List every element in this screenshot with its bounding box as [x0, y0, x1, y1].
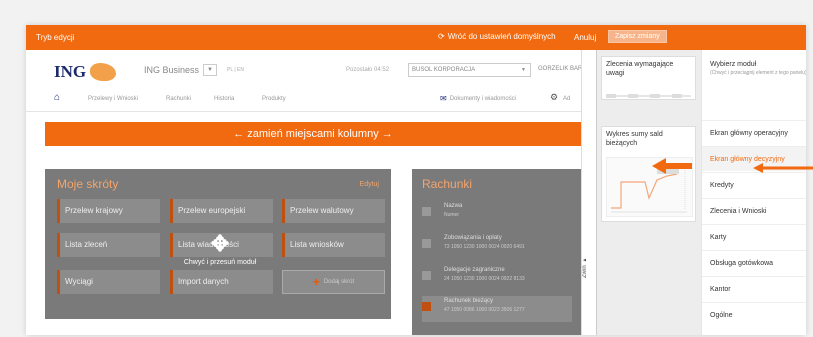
lion-icon — [90, 63, 117, 81]
shortcuts-title: Moje skróty — [57, 177, 119, 191]
documents-label: Dokumenty i wiadomości — [449, 95, 517, 102]
module-item[interactable]: Zlecenia i Wnioski — [702, 198, 806, 223]
shortcut-tile[interactable]: Lista wniosków — [282, 233, 385, 257]
drag-direction-arrow-icon — [652, 158, 692, 174]
company-select[interactable]: BUSOL KORPORACJA ▼ — [408, 63, 531, 77]
session-timer: Pozostało 04:52 — [346, 67, 390, 73]
collapse-label: Zwiń — [582, 265, 588, 278]
nav-item-accounts[interactable]: Rachunki — [166, 96, 191, 102]
nav-item-transfers[interactable]: Przelewy i Wnioski — [88, 96, 138, 102]
chevron-down-icon[interactable]: ▼ — [203, 64, 218, 76]
module-item[interactable]: Kantor — [702, 276, 806, 301]
row-checkbox[interactable] — [422, 207, 431, 216]
add-shortcut-button[interactable]: + Dodaj skrót — [282, 270, 385, 294]
swap-columns-bar[interactable]: ← zamień miejscami kolumny → — [45, 122, 581, 146]
shortcuts-module[interactable]: Moje skróty Edytuj Przelew krajowy Przel… — [45, 169, 391, 319]
panel-gutter — [581, 50, 597, 335]
module-preview-panel: Zlecenia wymagające uwagi Wykres sumy sa… — [596, 50, 702, 335]
account-number: 47 1050 0086 1000 0023 3506 1277 — [444, 307, 525, 313]
account-name: Nazwa — [444, 203, 463, 209]
row-checkbox[interactable] — [422, 302, 431, 311]
account-number: 73 1050 1230 1000 0024 0920 6491 — [444, 244, 525, 250]
edit-mode-label: Tryb edycji — [36, 33, 75, 42]
app-window: Tryb edycji ⟳ Wróć do ustawień domyślnyc… — [26, 25, 806, 335]
account-name: Zobowiązania i opłaty — [444, 235, 502, 241]
move-handle[interactable]: ✥ Chwyć i przesuń moduł — [175, 229, 265, 281]
nav-item-history[interactable]: Historia — [214, 96, 234, 102]
add-shortcut-label: Dodaj skrót — [323, 279, 355, 285]
accounts-title: Rachunki — [422, 177, 473, 191]
nav-item-documents[interactable]: ✉ Dokumenty i wiadomości — [440, 94, 516, 103]
account-number: Numer — [444, 212, 460, 218]
gear-icon[interactable]: ⚙ — [550, 92, 558, 103]
module-item[interactable]: Karty — [702, 224, 806, 249]
module-item[interactable]: Ekran główny operacyjny — [702, 120, 806, 145]
reset-defaults-label: Wróć do ustawień domyślnych — [447, 32, 556, 41]
module-item[interactable]: Kredyty — [702, 172, 806, 197]
business-label: ING Business — [144, 65, 200, 75]
nav-item-admin[interactable]: Ad — [563, 96, 570, 102]
home-icon[interactable]: ⌂ — [54, 92, 60, 103]
module-picker-hint: (Chwyć i przeciągnij element z tego pane… — [710, 70, 806, 76]
collapse-panel-toggle[interactable]: Zwiń ▸ — [581, 247, 595, 287]
preview-card-title: Zlecenia wymagające uwagi — [606, 61, 674, 77]
business-selector[interactable]: ING Business ▼ PL | EN — [144, 64, 244, 76]
table-row[interactable]: Rachunek bieżący 47 1050 0086 1000 0023 … — [422, 296, 572, 322]
module-preview-card[interactable]: Zlecenia wymagające uwagi — [601, 56, 696, 100]
logo-text: ING — [54, 62, 87, 81]
language-switch[interactable]: PL | EN — [227, 67, 244, 73]
save-changes-button[interactable]: Zapisz zmiany — [608, 30, 667, 43]
row-checkbox[interactable] — [422, 271, 431, 280]
accounts-module[interactable]: Rachunki Nazwa Numer Zobowiązania i opła… — [412, 169, 581, 335]
callout-arrow-icon — [753, 163, 813, 173]
shortcut-tile[interactable]: Przelew europejski — [170, 199, 273, 223]
table-row[interactable]: Zobowiązania i opłaty 73 1050 1230 1000 … — [422, 233, 572, 259]
table-row[interactable]: Delegacje zagraniczne 24 1050 1230 1000 … — [422, 265, 572, 291]
preview-card-title: Wykres sumy sald bieżących — [606, 131, 663, 147]
refresh-icon: ⟳ — [438, 32, 445, 41]
module-item[interactable]: Ogólne — [702, 302, 806, 327]
company-value: BUSOL KORPORACJA — [412, 67, 476, 73]
module-picker-header: Wybierz moduł (Chwyć i przeciągnij eleme… — [710, 60, 806, 78]
shortcut-tile[interactable]: Przelew krajowy — [57, 199, 160, 223]
cancel-link[interactable]: Anuluj — [574, 33, 596, 42]
module-picker: Wybierz moduł (Chwyć i przeciągnij eleme… — [701, 50, 806, 335]
shortcut-tile[interactable]: Przelew walutowy — [282, 199, 385, 223]
plus-icon: + — [312, 275, 320, 289]
move-arrows-icon: ✥ — [210, 231, 230, 256]
nav-divider — [26, 111, 581, 112]
module-preview-card[interactable]: Wykres sumy sald bieżących — [601, 126, 696, 222]
module-item[interactable]: Obsługa gotówkowa — [702, 250, 806, 275]
nav-item-products[interactable]: Produkty — [262, 96, 286, 102]
shortcut-tile[interactable]: Wyciągi — [57, 270, 160, 294]
row-checkbox[interactable] — [422, 239, 431, 248]
account-number: 24 1050 1230 1000 0024 0922 8133 — [444, 276, 525, 282]
chevron-down-icon: ▼ — [521, 67, 526, 73]
module-picker-title: Wybierz moduł — [710, 61, 757, 68]
account-name: Rachunek bieżący — [444, 298, 494, 304]
reset-defaults-link[interactable]: ⟳ Wróć do ustawień domyślnych — [438, 32, 556, 41]
shortcut-tile[interactable]: Lista zleceń — [57, 233, 160, 257]
main-nav: ⌂ Przelewy i Wnioski Rachunki Historia P… — [26, 87, 581, 111]
mail-icon: ✉ — [440, 94, 447, 103]
table-row: Nazwa Numer — [422, 201, 572, 227]
mini-table-preview — [606, 94, 691, 98]
edit-mode-bar: Tryb edycji ⟳ Wróć do ustawień domyślnyc… — [26, 25, 806, 50]
move-hint: Chwyć i przesuń moduł — [183, 259, 257, 266]
account-name: Delegacje zagraniczne — [444, 267, 505, 273]
shortcuts-edit-link[interactable]: Edytuj — [360, 181, 379, 188]
ing-logo[interactable]: ING — [54, 62, 117, 82]
